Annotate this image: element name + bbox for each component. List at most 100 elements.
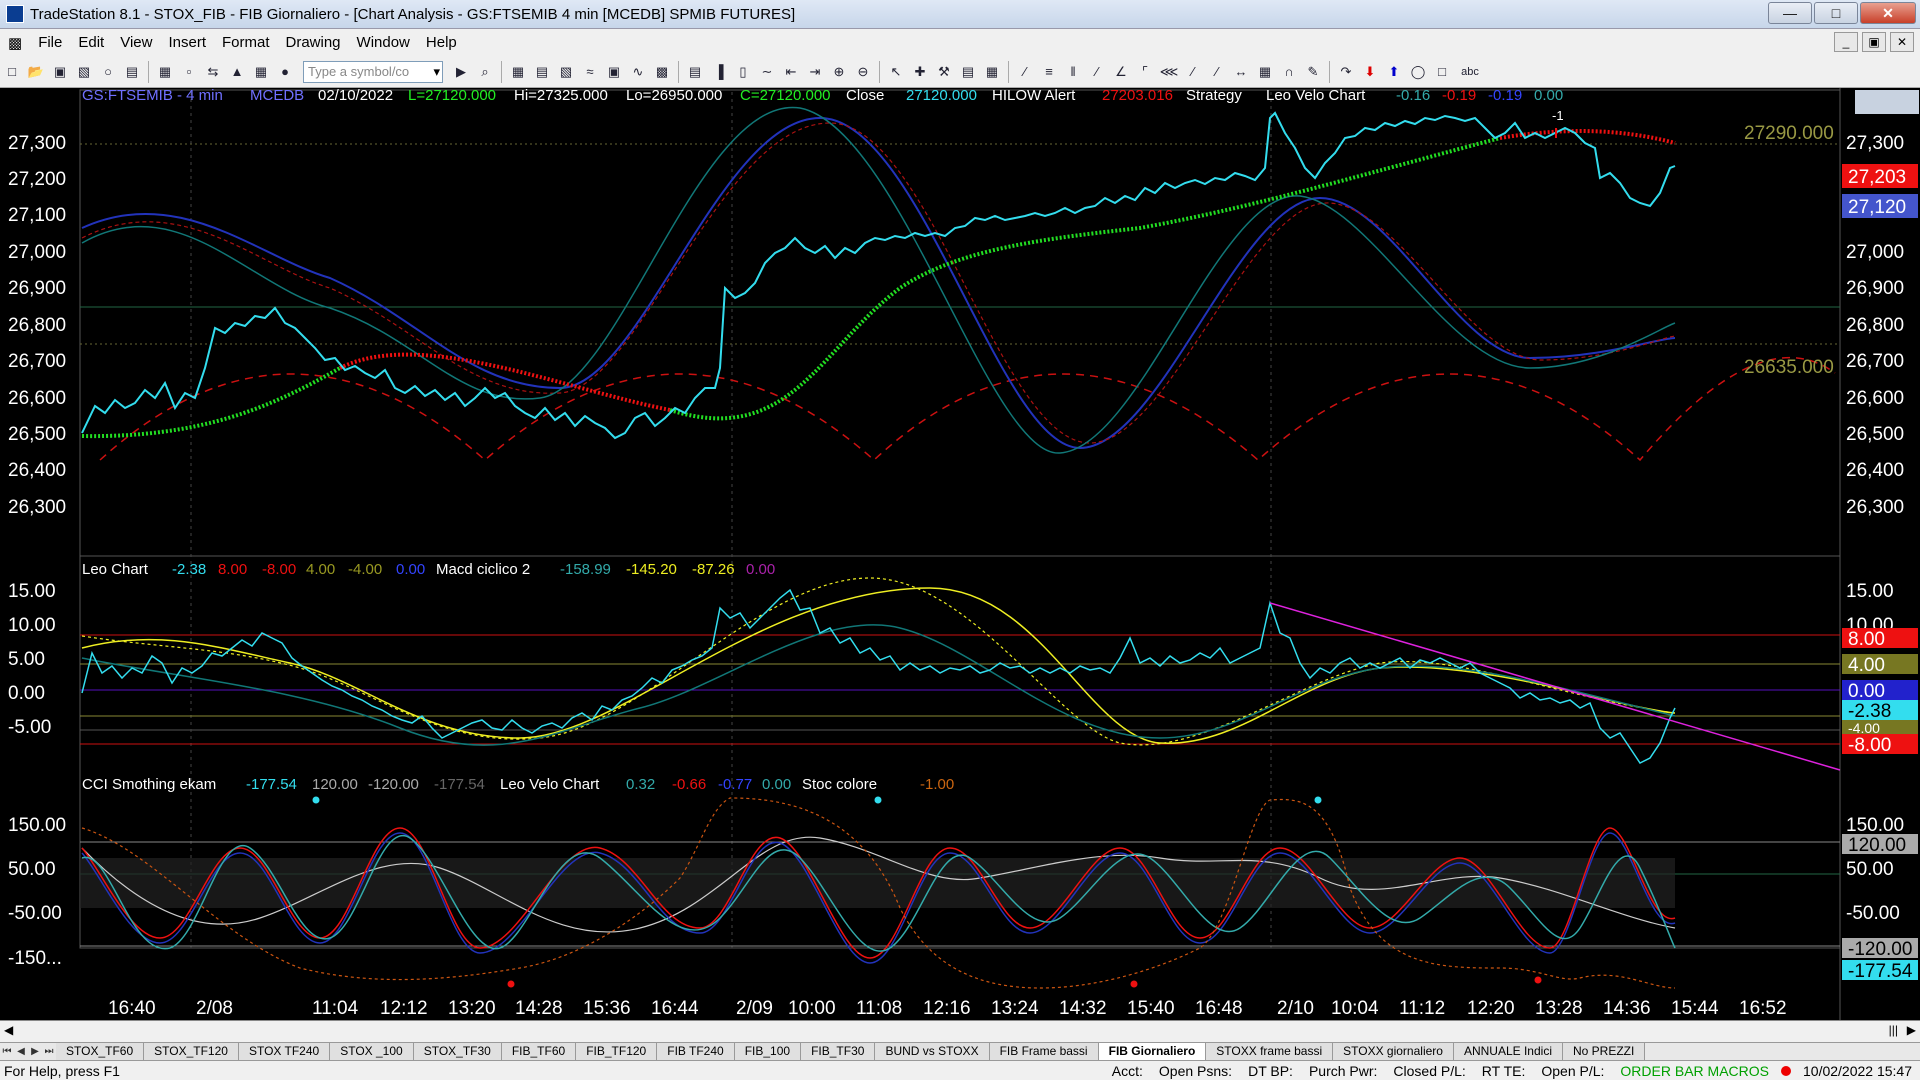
grid-icon[interactable]: ▦ — [251, 62, 271, 82]
speed-lines-icon[interactable]: ∕ — [1183, 62, 1203, 82]
tab-fib-tf30[interactable]: FIB_TF30 — [801, 1043, 876, 1060]
tab-fib-tf120[interactable]: FIB_TF120 — [576, 1043, 658, 1060]
time-tick: 16:48 — [1195, 998, 1243, 1019]
lock-icon[interactable]: ○ — [98, 62, 118, 82]
alert-icon[interactable]: ▲ — [227, 62, 247, 82]
curve-icon[interactable]: ↷ — [1336, 62, 1356, 82]
open-icon[interactable]: 📂 — [26, 62, 46, 82]
tab-fib-frame-bassi[interactable]: FIB Frame bassi — [989, 1043, 1099, 1060]
insert-analysis-icon[interactable]: ≈ — [580, 62, 600, 82]
vertical-lines-icon[interactable]: ‖ — [1063, 62, 1083, 82]
tab-last-icon[interactable]: ⏭ — [42, 1046, 56, 1057]
trendline-icon[interactable]: ∕ — [1015, 62, 1035, 82]
indicator-icon[interactable]: ∿ — [628, 62, 648, 82]
tab-stox-100[interactable]: STOX _100 — [330, 1043, 414, 1060]
menu-app-icon[interactable]: ▩ — [0, 34, 30, 52]
chart-canvas[interactable]: -1 GS:FTSEMIB - 4 min MCEDB 02/10/2022 L… — [0, 88, 1920, 1020]
chart-window-icon[interactable]: ▦ — [508, 62, 528, 82]
channel-icon[interactable]: ∕ — [1087, 62, 1107, 82]
cycle-icon[interactable]: ∩ — [1279, 62, 1299, 82]
gann-icon[interactable]: ▦ — [1255, 62, 1275, 82]
tab-fib-tf60[interactable]: FIB_TF60 — [501, 1043, 577, 1060]
mdi-minimize-button[interactable]: _ — [1834, 32, 1858, 52]
line-icon[interactable]: ∼ — [757, 62, 777, 82]
menu-drawing[interactable]: Drawing — [278, 34, 349, 51]
zoom-out-icon[interactable]: ⊖ — [853, 62, 873, 82]
strategy-icon[interactable]: ▣ — [604, 62, 624, 82]
menu-insert[interactable]: Insert — [160, 34, 214, 51]
tab-annuale-indici[interactable]: ANNUALE Indici — [1453, 1043, 1563, 1060]
regression-icon[interactable]: ∕ — [1207, 62, 1227, 82]
menu-edit[interactable]: Edit — [70, 34, 112, 51]
scroll-thumb[interactable]: ||| — [1889, 1023, 1898, 1037]
print-icon[interactable]: ▤ — [122, 62, 142, 82]
right-arrows-icon[interactable]: ⇥ — [805, 62, 825, 82]
menu-format[interactable]: Format — [214, 34, 278, 51]
menu-view[interactable]: View — [112, 34, 160, 51]
ellipse-icon[interactable]: ◯ — [1408, 62, 1428, 82]
fan-icon[interactable]: ⋘ — [1159, 62, 1179, 82]
arrows-h-icon[interactable]: ↔ — [1231, 62, 1251, 82]
style-icon[interactable]: ▤ — [685, 62, 705, 82]
tab-stox-tf120[interactable]: STOX_TF120 — [144, 1043, 239, 1060]
chart-mdi-controls[interactable] — [1855, 90, 1919, 114]
left-arrows-icon[interactable]: ⇤ — [781, 62, 801, 82]
scroll-left-icon[interactable]: ◀ — [4, 1023, 13, 1037]
horizontal-scrollbar[interactable]: ◀ ||| ▶ — [0, 1020, 1920, 1042]
scroll-right-icon[interactable]: ▶ — [1907, 1023, 1916, 1037]
menu-file[interactable]: File — [30, 34, 70, 51]
tab-bund-vs-stoxx[interactable]: BUND vs STOXX — [875, 1043, 990, 1060]
status-order-bar[interactable]: ORDER BAR MACROS — [1612, 1063, 1777, 1079]
maximize-button[interactable]: □ — [1814, 2, 1858, 24]
save-icon[interactable]: ▣ — [50, 62, 70, 82]
zoom-in-icon[interactable]: ⊕ — [829, 62, 849, 82]
minimize-button[interactable]: — — [1768, 2, 1812, 24]
candle-icon[interactable]: ▯ — [733, 62, 753, 82]
mdi-close-button[interactable]: ✕ — [1890, 32, 1914, 52]
pencil-icon[interactable]: ✎ — [1303, 62, 1323, 82]
workspace-icon[interactable]: ▧ — [74, 62, 94, 82]
bar-style-icon[interactable]: ▐ — [709, 62, 729, 82]
tab-fib-tf240[interactable]: FIB TF240 — [657, 1043, 735, 1060]
format-icon[interactable]: ▩ — [652, 62, 672, 82]
tab-stoxx-giornaliero[interactable]: STOXX giornaliero — [1333, 1043, 1454, 1060]
menu-window[interactable]: Window — [349, 34, 418, 51]
step-icon[interactable]: ⌜ — [1135, 62, 1155, 82]
data-window-icon[interactable]: ▤ — [958, 62, 978, 82]
down-arrow-icon[interactable]: ⬇ — [1360, 62, 1380, 82]
tab-prev-icon[interactable]: ◀ — [14, 1046, 28, 1057]
new-icon[interactable]: □ — [2, 62, 22, 82]
mdi-restore-button[interactable]: ▣ — [1862, 32, 1886, 52]
tab-stox-tf30[interactable]: STOX_TF30 — [413, 1043, 502, 1060]
trendline-magenta[interactable] — [1269, 602, 1841, 771]
menu-help[interactable]: Help — [418, 34, 465, 51]
tab-fib-giornaliero[interactable]: FIB Giornaliero — [1098, 1043, 1207, 1060]
macd-v4: 0.00 — [746, 561, 775, 578]
tab-next-icon[interactable]: ▶ — [28, 1046, 42, 1057]
close-button[interactable]: ✕ — [1860, 2, 1916, 24]
radar-icon[interactable]: ▤ — [532, 62, 552, 82]
print-preview-icon[interactable]: ▦ — [155, 62, 175, 82]
hammer-icon[interactable]: ⚒ — [934, 62, 954, 82]
go-arrow-icon[interactable]: ▶ — [451, 62, 471, 82]
up-arrow-icon[interactable]: ⬆ — [1384, 62, 1404, 82]
tab-stox-tf60[interactable]: STOX_TF60 — [56, 1043, 145, 1060]
text-tool-icon[interactable]: abc — [1456, 62, 1484, 82]
crosshair-icon[interactable]: ✚ — [910, 62, 930, 82]
copy-icon[interactable]: ▫ — [179, 62, 199, 82]
tab-no-prezzi[interactable]: No PREZZI — [1562, 1043, 1646, 1060]
help-icon[interactable]: ▦ — [982, 62, 1002, 82]
pointer-icon[interactable]: ↖ — [886, 62, 906, 82]
fib-lines-icon[interactable]: ≡ — [1039, 62, 1059, 82]
tab-first-icon[interactable]: ⏮ — [0, 1046, 14, 1057]
symbol-input[interactable]: Type a symbol/co ▾ — [303, 60, 443, 83]
symbol-lookup-icon[interactable]: ⌕ — [475, 62, 495, 82]
tab-stoxx-frame-bassi[interactable]: STOXX frame bassi — [1206, 1043, 1334, 1060]
shuffle-icon[interactable]: ⇆ — [203, 62, 223, 82]
colors-icon[interactable]: ● — [275, 62, 295, 82]
tab-stox-tf240[interactable]: STOX TF240 — [238, 1043, 331, 1060]
rectangle-icon[interactable]: □ — [1432, 62, 1452, 82]
angle-icon[interactable]: ∠ — [1111, 62, 1131, 82]
matrix-icon[interactable]: ▧ — [556, 62, 576, 82]
tab-fib-100[interactable]: FIB_100 — [734, 1043, 802, 1060]
